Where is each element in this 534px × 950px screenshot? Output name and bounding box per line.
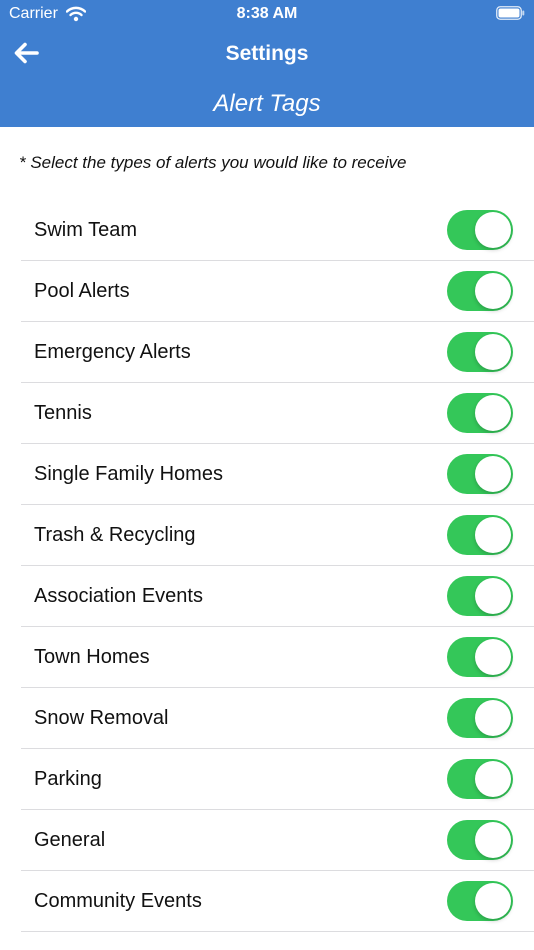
alert-tag-label: Community Events — [34, 890, 202, 912]
alert-tag-label: Swim Team — [34, 219, 137, 241]
alert-tag-toggle[interactable] — [447, 698, 513, 738]
alert-tag-toggle[interactable] — [447, 332, 513, 372]
list-item: Association Events — [21, 566, 534, 627]
toggle-knob — [475, 761, 511, 797]
list-item: General — [21, 810, 534, 871]
header: Carrier 8:38 AM Settings Alert Tags — [0, 0, 534, 127]
toggle-knob — [475, 456, 511, 492]
alert-tag-toggle[interactable] — [447, 210, 513, 250]
toggle-knob — [475, 517, 511, 553]
list-item: Trash & Recycling — [21, 505, 534, 566]
alert-tag-label: Snow Removal — [34, 707, 169, 729]
alert-tag-label: Tennis — [34, 402, 92, 424]
alert-tag-toggle[interactable] — [447, 515, 513, 555]
alert-tag-label: Association Events — [34, 585, 203, 607]
toggle-knob — [475, 578, 511, 614]
list-item: Emergency Alerts — [21, 322, 534, 383]
list-item: Town Homes — [21, 627, 534, 688]
alert-tag-toggle[interactable] — [447, 637, 513, 677]
alert-tag-toggle[interactable] — [447, 393, 513, 433]
alert-tag-toggle[interactable] — [447, 759, 513, 799]
alert-tag-label: Trash & Recycling — [34, 524, 196, 546]
alert-tag-label: Pool Alerts — [34, 280, 130, 302]
alert-tag-toggle[interactable] — [447, 271, 513, 311]
page-title: Settings — [225, 42, 309, 65]
list-item: Parking — [21, 749, 534, 810]
toggle-knob — [475, 334, 511, 370]
alert-tag-label: Parking — [34, 768, 102, 790]
battery-icon — [496, 6, 525, 20]
nav-bar: Settings — [0, 36, 534, 74]
toggle-knob — [475, 639, 511, 675]
toggle-knob — [475, 212, 511, 248]
toggle-knob — [475, 273, 511, 309]
instruction-text: * Select the types of alerts you would l… — [19, 153, 407, 172]
list-item: Swim Team — [21, 200, 534, 261]
alert-tag-label: Single Family Homes — [34, 463, 223, 485]
list-item: Single Family Homes — [21, 444, 534, 505]
toggle-knob — [475, 883, 511, 919]
toggle-knob — [475, 822, 511, 858]
toggle-knob — [475, 700, 511, 736]
alert-tag-toggle[interactable] — [447, 454, 513, 494]
alert-tag-label: Emergency Alerts — [34, 341, 191, 363]
list-item: Community Events — [21, 871, 534, 932]
alert-tag-toggle[interactable] — [447, 881, 513, 921]
list-item: Tennis — [21, 383, 534, 444]
alert-tag-toggle[interactable] — [447, 820, 513, 860]
section-title: Alert Tags — [213, 90, 321, 117]
toggle-knob — [475, 395, 511, 431]
clock: 8:38 AM — [236, 5, 298, 22]
list-item: Snow Removal — [21, 688, 534, 749]
status-bar: Carrier 8:38 AM — [0, 0, 534, 28]
alert-tag-toggle[interactable] — [447, 576, 513, 616]
alert-tag-list: Swim Team Pool Alerts Emergency Alerts Tenn… — [21, 200, 534, 932]
alert-tag-label: General — [34, 829, 106, 851]
alert-tag-label: Town Homes — [34, 646, 150, 668]
list-item: Pool Alerts — [21, 261, 534, 322]
